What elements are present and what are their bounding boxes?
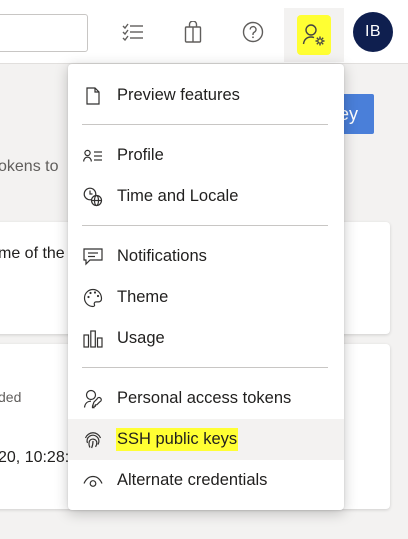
profile-icon	[82, 145, 104, 167]
menu-item-personal-access-tokens[interactable]: Personal access tokens	[68, 378, 344, 419]
menu-item-label: Profile	[117, 146, 164, 164]
menu-item-theme[interactable]: Theme	[68, 277, 344, 318]
menu-divider	[82, 367, 328, 368]
user-settings-icon	[297, 15, 331, 55]
menu-item-alternate-credentials[interactable]: Alternate credentials	[68, 460, 344, 501]
document-icon	[82, 85, 104, 107]
token-icon	[82, 388, 104, 410]
eye-icon	[82, 470, 104, 492]
chat-icon	[82, 246, 104, 268]
user-settings-button[interactable]	[284, 8, 344, 62]
menu-item-label: Alternate credentials	[117, 471, 268, 489]
menu-item-time-and-locale[interactable]: Time and Locale	[68, 176, 344, 217]
menu-item-ssh-public-keys[interactable]: SSH public keys	[68, 419, 344, 460]
avatar[interactable]: IB	[353, 12, 393, 52]
menu-item-notifications[interactable]: Notifications	[68, 236, 344, 277]
palette-icon	[82, 287, 104, 309]
menu-divider	[82, 225, 328, 226]
search-input[interactable]	[0, 14, 88, 52]
menu-item-label: Preview features	[117, 86, 240, 104]
bar-chart-icon	[82, 328, 104, 350]
menu-item-label: Time and Locale	[117, 187, 239, 205]
avatar-initials: IB	[364, 23, 382, 40]
card-text: me of the	[0, 245, 65, 262]
menu-divider	[82, 124, 328, 125]
help-icon[interactable]	[238, 16, 268, 48]
fingerprint-icon	[82, 429, 104, 451]
table-cell-date: 20, 10:28:	[0, 449, 70, 466]
clock-globe-icon	[82, 186, 104, 208]
menu-item-label: Notifications	[117, 247, 207, 265]
top-bar	[0, 0, 408, 64]
shopping-bag-icon[interactable]	[178, 16, 208, 48]
table-header-cell: ded	[0, 389, 22, 405]
user-settings-menu: Preview features Profile Time and Locale…	[68, 64, 344, 510]
page-description: okens to	[0, 158, 59, 175]
menu-item-profile[interactable]: Profile	[68, 135, 344, 176]
menu-item-preview-features[interactable]: Preview features	[68, 75, 344, 116]
menu-item-usage[interactable]: Usage	[68, 318, 344, 359]
menu-item-label: Theme	[117, 288, 169, 306]
task-list-icon[interactable]	[118, 16, 148, 48]
menu-item-label: Usage	[117, 329, 165, 347]
menu-item-label: SSH public keys	[116, 428, 239, 451]
menu-item-label: Personal access tokens	[117, 389, 292, 407]
